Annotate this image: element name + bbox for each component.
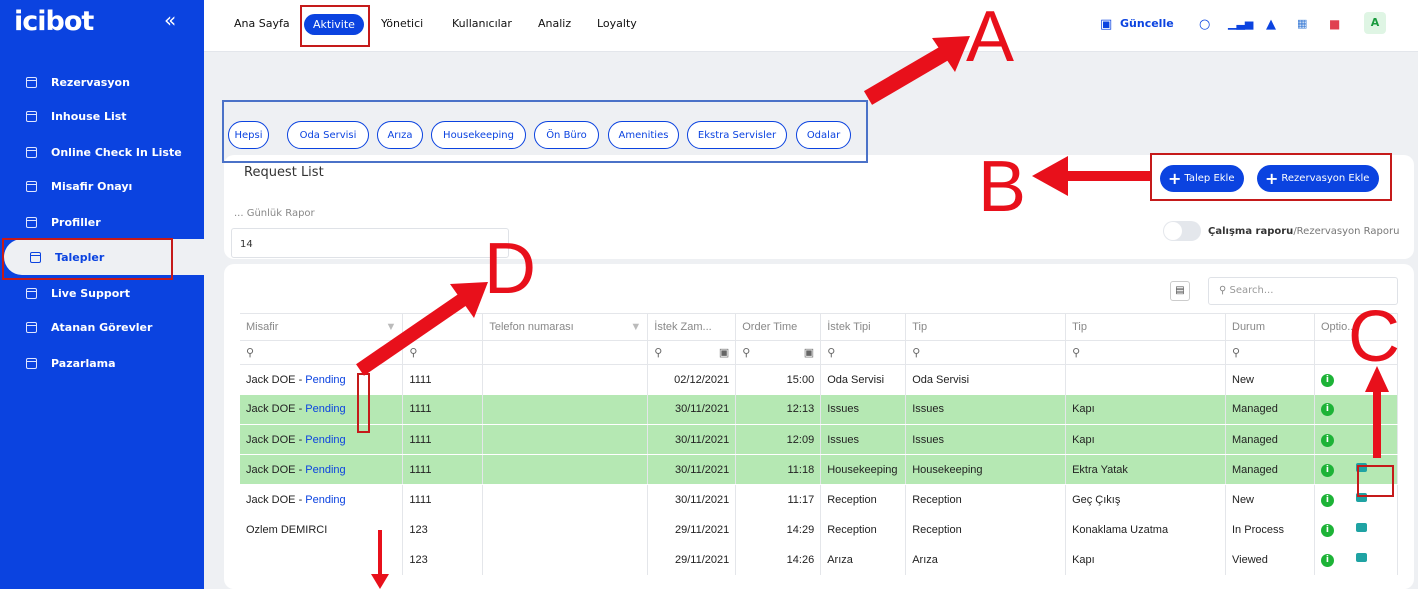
annotation-arrows: [356, 36, 1389, 589]
